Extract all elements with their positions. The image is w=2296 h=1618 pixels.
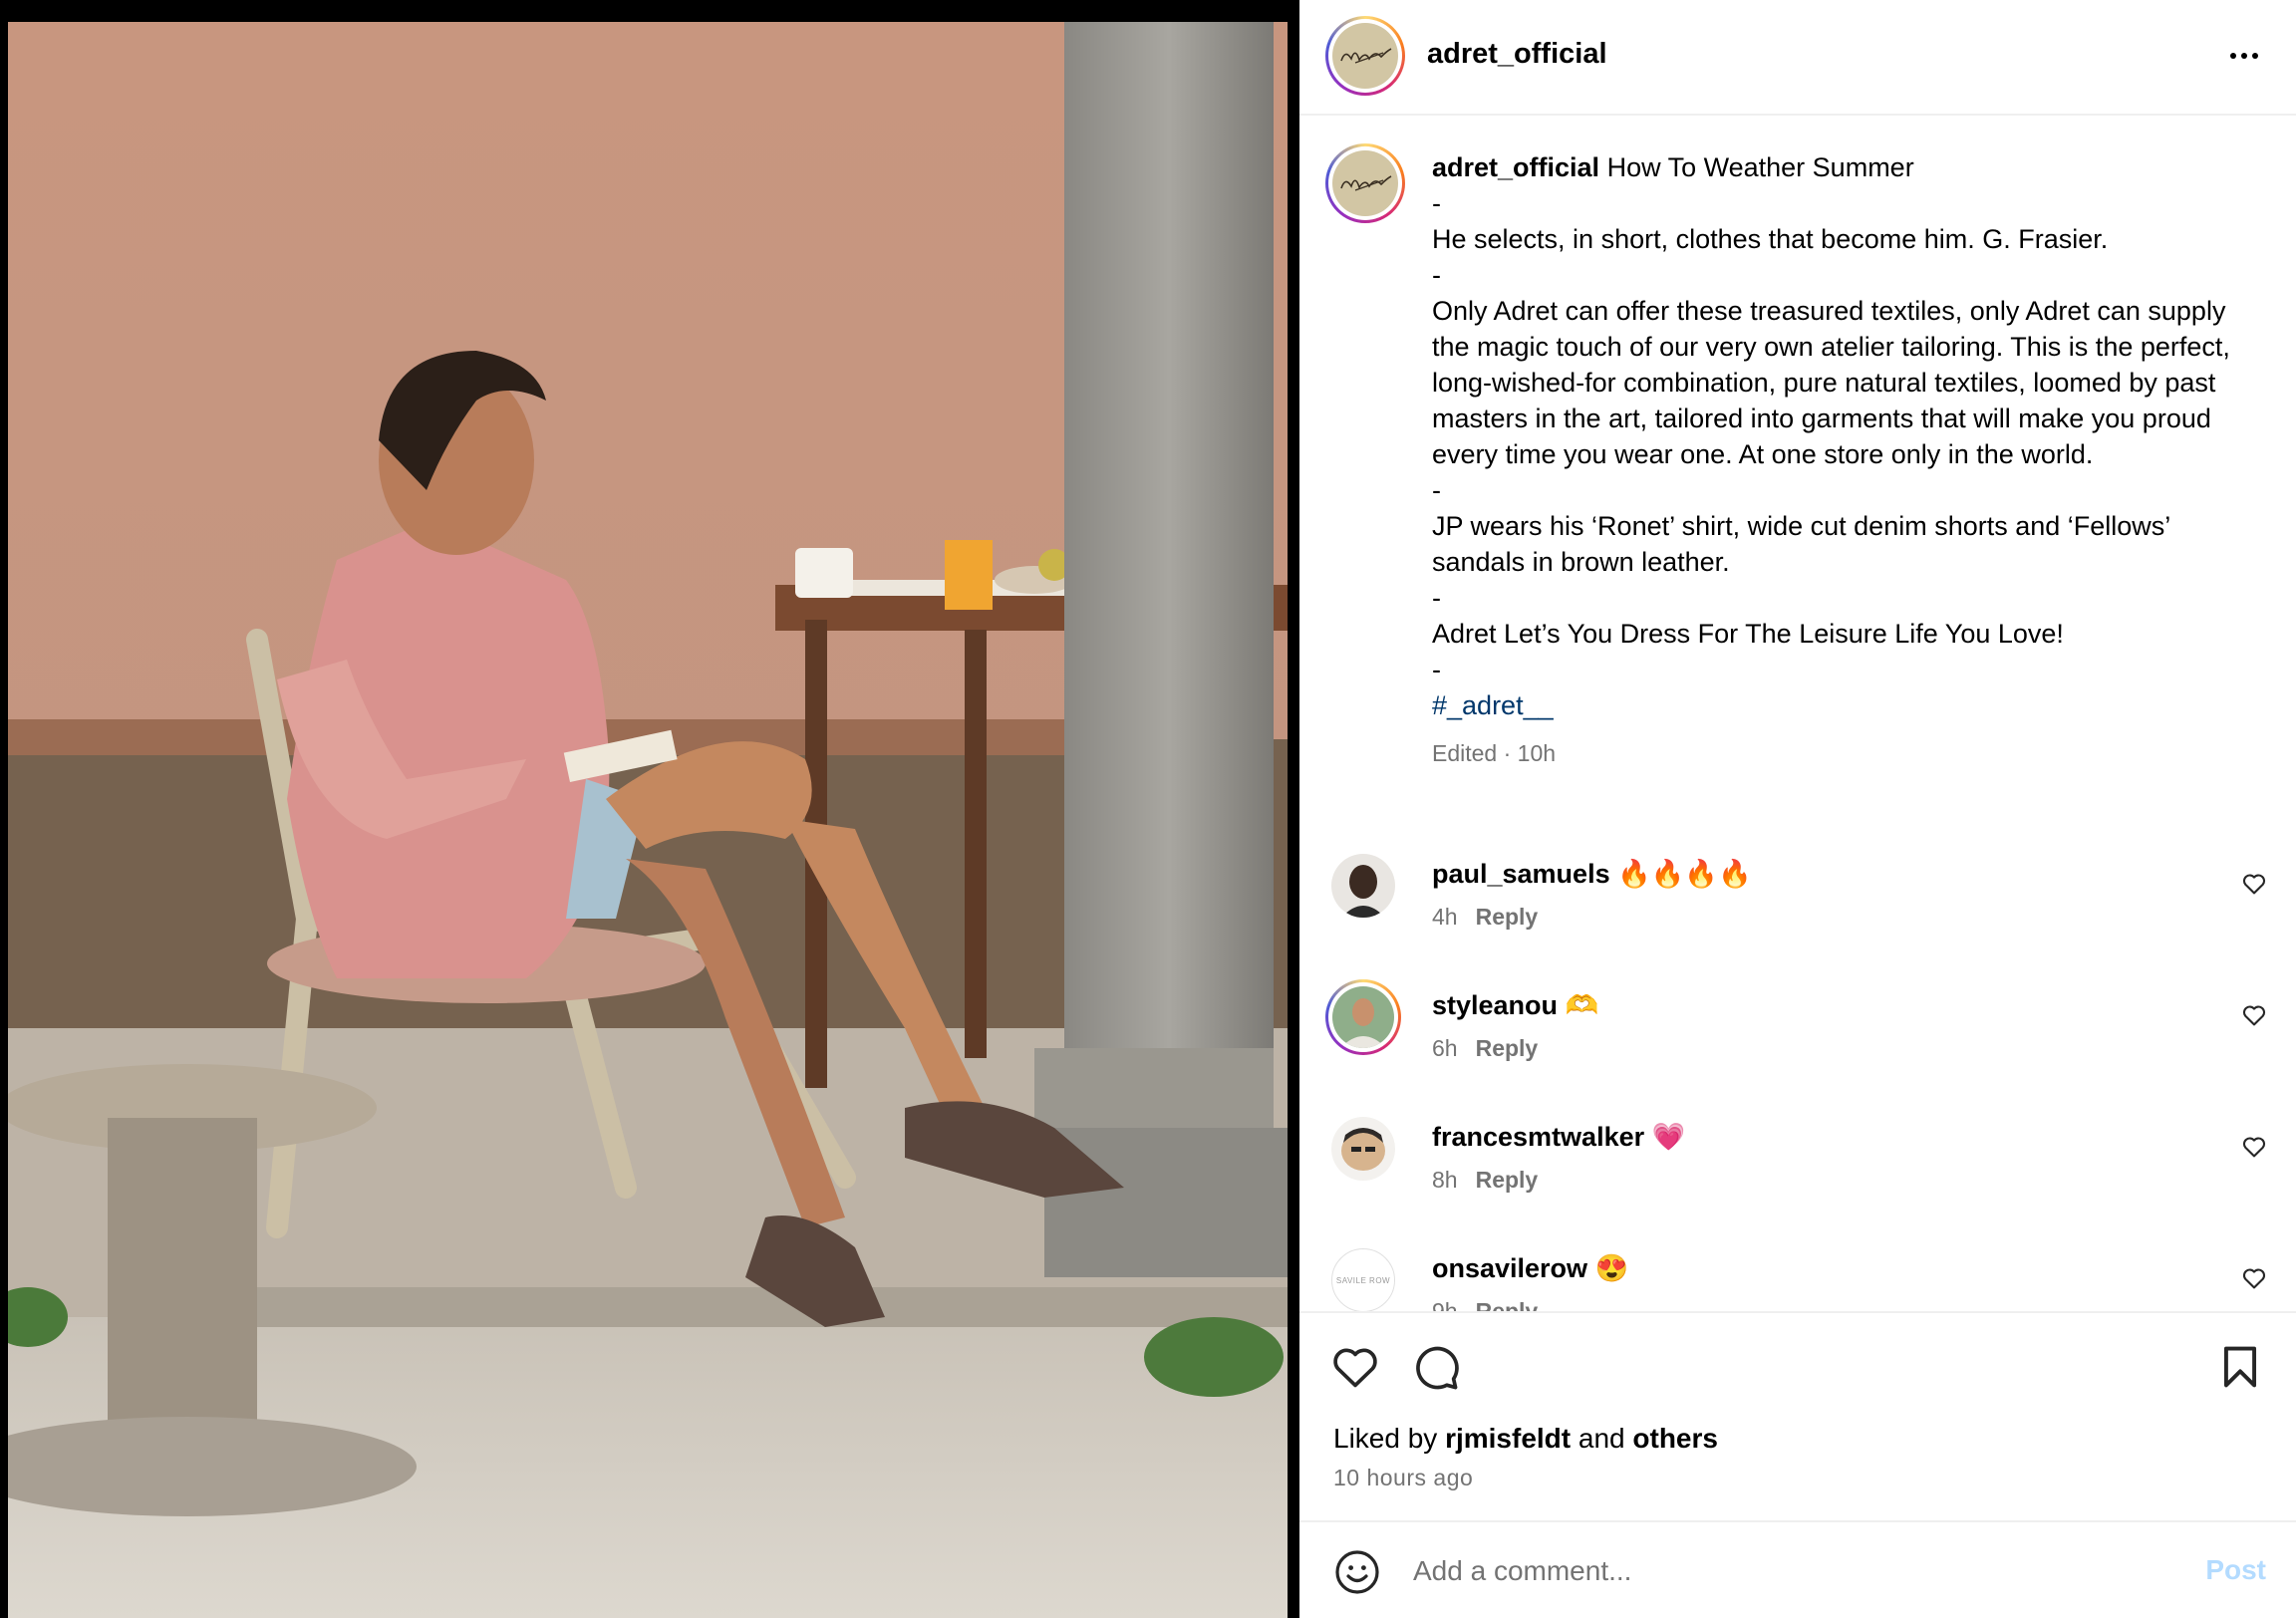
avatar-logo-text: SAVILE ROW (1335, 1275, 1391, 1285)
author-username[interactable]: adret_official (1427, 38, 1607, 71)
reply-button[interactable]: Reply (1476, 1167, 1539, 1193)
post-header: adret_official (1299, 0, 2296, 116)
comment-text: 💗 (1651, 1122, 1686, 1152)
comment-bubble-icon[interactable] (1409, 1341, 1461, 1393)
dot-icon (2252, 53, 2258, 59)
reply-button[interactable]: Reply (1476, 904, 1539, 930)
commenter-avatar[interactable] (1331, 854, 1395, 918)
liked-by-summary: Liked by rjmisfeldt and others (1333, 1423, 1718, 1455)
liked-by-prefix: Liked by (1333, 1423, 1438, 1454)
like-comment-heart-icon[interactable] (2240, 870, 2268, 898)
commenter-username[interactable]: styleanou (1432, 990, 1558, 1020)
adret-logo-icon (1340, 48, 1392, 64)
comment-item: SAVILE ROW onsavilerow 😍 9h Reply (1299, 1244, 2296, 1311)
photo-illustration (8, 22, 1288, 1618)
caption-meta: Edited · 10h (1432, 740, 1557, 766)
hashtag-link[interactable]: #_adret__ (1432, 690, 1554, 720)
caption-line: - (1432, 260, 1441, 290)
caption-line: JP wears his ‘Ronet’ shirt, wide cut den… (1432, 511, 2170, 577)
comment-text: 🔥🔥🔥🔥 (1617, 859, 1752, 889)
dot-icon (2241, 53, 2247, 59)
caption-author-avatar[interactable] (1325, 143, 1405, 223)
comments-scroll-area[interactable]: adret_official How To Weather Summer - H… (1299, 116, 2296, 1311)
caption-line: Adret Let’s You Dress For The Leisure Li… (1432, 619, 2064, 649)
save-bookmark-icon[interactable] (2214, 1341, 2266, 1393)
emoji-smiley-icon[interactable] (1333, 1548, 1381, 1596)
like-comment-heart-icon[interactable] (2240, 1133, 2268, 1161)
dot-icon (2230, 53, 2236, 59)
post-photo[interactable] (8, 22, 1288, 1618)
comment-time: 6h (1432, 1035, 1458, 1061)
comment-time: 8h (1432, 1167, 1458, 1193)
post-detail-panel: adret_official adret_official How To Wea… (1299, 0, 2296, 1618)
caption-line: He selects, in short, clothes that becom… (1432, 224, 2109, 254)
comment-text: 😍 (1594, 1253, 1629, 1283)
author-avatar[interactable] (1325, 16, 1405, 96)
commenter-avatar[interactable]: SAVILE ROW (1331, 1248, 1395, 1311)
commenter-avatar[interactable] (1331, 1117, 1395, 1181)
liked-by-others-link[interactable]: others (1632, 1423, 1718, 1454)
comment-item: paul_samuels 🔥🔥🔥🔥 4h Reply (1299, 850, 2296, 959)
caption-username[interactable]: adret_official (1432, 152, 1599, 182)
post-media (0, 0, 1299, 1618)
comment-input[interactable] (1411, 1542, 2152, 1600)
post-actions-bar: Liked by rjmisfeldt and others 10 hours … (1299, 1311, 2296, 1520)
post-timestamp: 10 hours ago (1333, 1465, 1474, 1490)
caption-line: Only Adret can offer these treasured tex… (1432, 296, 2230, 469)
reply-button[interactable]: Reply (1476, 1298, 1539, 1311)
post-comment-button[interactable]: Post (2205, 1554, 2266, 1586)
commenter-username[interactable]: paul_samuels (1432, 859, 1610, 889)
comment-text: 🫶 (1565, 990, 1599, 1020)
commenter-username[interactable]: francesmtwalker (1432, 1122, 1644, 1152)
caption-line: - (1432, 475, 1441, 505)
caption-line: - (1432, 188, 1441, 218)
liked-by-and: and (1578, 1423, 1625, 1454)
caption-line: - (1432, 655, 1441, 684)
commenter-avatar[interactable] (1325, 979, 1401, 1055)
caption-text: adret_official How To Weather Summer - H… (1432, 149, 2269, 771)
comment-time: 9h (1432, 1298, 1458, 1311)
like-comment-heart-icon[interactable] (2240, 1264, 2268, 1292)
like-comment-heart-icon[interactable] (2240, 1001, 2268, 1029)
comment-item: francesmtwalker 💗 8h Reply (1299, 1113, 2296, 1222)
caption-title: How To Weather Summer (1606, 152, 1914, 182)
comment-time: 4h (1432, 904, 1458, 930)
like-heart-icon[interactable] (1329, 1341, 1381, 1393)
comment-item: styleanou 🫶 6h Reply (1299, 979, 2296, 1091)
commenter-username[interactable]: onsavilerow (1432, 1253, 1587, 1283)
adret-logo-icon (1340, 175, 1392, 191)
caption-line: - (1432, 583, 1441, 613)
more-options-button[interactable] (2222, 36, 2266, 76)
liked-by-user-link[interactable]: rjmisfeldt (1445, 1423, 1571, 1454)
reply-button[interactable]: Reply (1476, 1035, 1539, 1061)
add-comment-bar: Post (1299, 1520, 2296, 1618)
